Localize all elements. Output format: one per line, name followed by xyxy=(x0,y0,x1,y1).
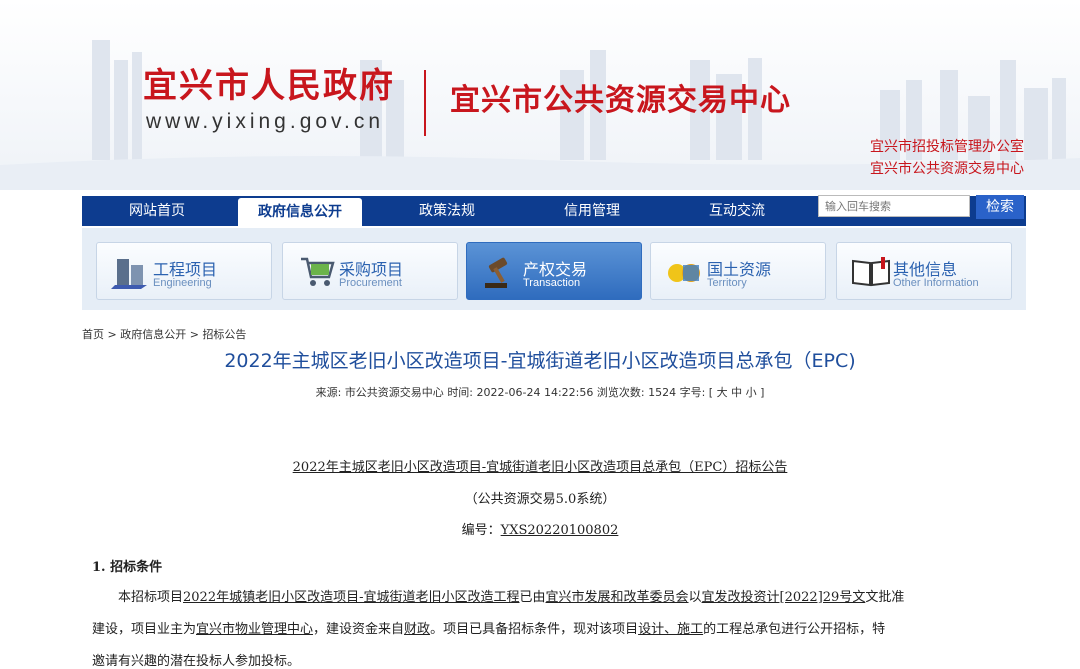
article-title: 2022年主城区老旧小区改造项目-宜城街道老旧小区改造项目总承包（EPC) xyxy=(224,350,856,372)
notice-subtitle: （公共资源交易5.0系统） xyxy=(464,492,616,507)
nav-item-interaction[interactable]: 互动交流 xyxy=(662,196,812,226)
p1-project: 2022年城镇老旧小区改造项目-宜城街道老旧小区改造工程 xyxy=(183,590,520,605)
open-book-icon xyxy=(852,257,890,287)
site-title: 宜兴市人民政府 xyxy=(143,66,395,106)
nav-item-home[interactable]: 网站首页 xyxy=(82,196,232,226)
font-size-medium[interactable]: 中 xyxy=(731,386,742,399)
breadcrumb-separator: > xyxy=(189,328,199,341)
p1-text-b: 已由 xyxy=(519,590,546,605)
category-procurement-en: Procurement xyxy=(339,277,402,289)
notice-code-label: 编号： xyxy=(461,523,501,538)
category-procurement[interactable]: 采购项目 Procurement xyxy=(282,242,458,300)
nav-item-gov-info[interactable]: 政府信息公开 xyxy=(238,198,362,226)
p2-funding: 财政 xyxy=(404,622,431,637)
breadcrumb-home[interactable]: 首页 xyxy=(82,328,104,341)
title-divider xyxy=(424,70,426,136)
search-button[interactable]: 检索 xyxy=(976,195,1024,219)
category-transaction[interactable]: 产权交易 Transaction xyxy=(466,242,642,300)
p1-text-c: 以 xyxy=(688,590,702,605)
search-input[interactable] xyxy=(818,195,970,217)
p2-text-c: 。项目已具备招标条件，现对该项目 xyxy=(430,622,639,637)
time-label: 时间: xyxy=(447,386,474,399)
category-bar: 工程项目 Engineering 采购项目 Procurement 产权交易 T… xyxy=(82,228,1026,310)
paragraph-3: 邀请有兴趣的潜在投标人参加投标。 xyxy=(92,654,301,669)
p2-owner: 宜兴市物业管理中心 xyxy=(196,622,314,637)
category-engineering-en: Engineering xyxy=(153,277,212,289)
source-label: 来源: xyxy=(315,386,342,399)
category-territory-en: Territory xyxy=(707,277,747,289)
p1-text-d: 文批准 xyxy=(865,590,905,605)
views-value: 1524 xyxy=(648,386,677,399)
category-engineering[interactable]: 工程项目 Engineering xyxy=(96,242,272,300)
category-transaction-en: Transaction xyxy=(523,277,581,289)
article-meta: 来源: 市公共资源交易中心 时间: 2022-06-24 14:22:56 浏览… xyxy=(315,386,765,399)
p2-text-b: ，建设资金来自 xyxy=(313,622,405,637)
notice-title-suffix: 招标公告 xyxy=(735,460,788,475)
font-size-label: 字号: xyxy=(679,386,706,399)
views-label: 浏览次数: xyxy=(596,386,645,399)
p2-scope: 设计、施工 xyxy=(638,622,704,637)
notice-title: 2022年主城区老旧小区改造项目-宜城街道老旧小区改造项目总承包（EPC）招标公… xyxy=(0,456,1080,475)
notice-code-value: YXS20220100802 xyxy=(500,523,619,538)
header-banner: 宜兴市人民政府 www.yixing.gov.cn 宜兴市公共资源交易中心 宜兴… xyxy=(0,0,1080,190)
source-value: 市公共资源交易中心 xyxy=(344,386,444,399)
paragraph-1: 本招标项目2022年城镇老旧小区改造项目-宜城街道老旧小区改造工程已由宜兴市发展… xyxy=(92,586,1042,605)
p1-approver: 宜兴市发展和改革委员会 xyxy=(545,590,689,605)
category-other[interactable]: 其他信息 Other Information xyxy=(836,242,1012,300)
center-title: 宜兴市公共资源交易中心 xyxy=(450,83,791,118)
breadcrumb-gov-info[interactable]: 政府信息公开 xyxy=(120,328,186,341)
p1-doc: 宜发改投资计[2022]29号文 xyxy=(701,590,866,605)
category-territory[interactable]: 国土资源 Territory xyxy=(650,242,826,300)
time-value: 2022-06-24 14:22:56 xyxy=(476,386,594,399)
breadcrumb-notice[interactable]: 招标公告 xyxy=(202,328,246,341)
breadcrumb-separator: > xyxy=(107,328,117,341)
notice-code: 编号：YXS20220100802 xyxy=(0,519,1080,538)
shopping-cart-icon xyxy=(301,257,335,286)
gavel-icon xyxy=(485,257,508,288)
building-icon xyxy=(111,259,147,289)
section-heading: 1. 招标条件 xyxy=(92,560,163,575)
nav-item-credit[interactable]: 信用管理 xyxy=(522,196,662,226)
paragraph-2: 建设，项目业主为宜兴市物业管理中心，建设资金来自财政。项目已具备招标条件，现对该… xyxy=(92,618,1042,637)
font-size-large[interactable]: 大 xyxy=(717,386,728,399)
office-link-bidding[interactable]: 宜兴市招投标管理办公室 xyxy=(870,136,1024,156)
nav-item-policy[interactable]: 政策法规 xyxy=(372,196,522,226)
breadcrumb: 首页 > 政府信息公开 > 招标公告 xyxy=(82,326,246,342)
notice-title-project: 2022年主城区老旧小区改造项目-宜城街道老旧小区改造项目总承包（EPC） xyxy=(292,460,736,475)
office-link-center[interactable]: 宜兴市公共资源交易中心 xyxy=(870,158,1024,178)
p1-text-a: 本招标项目 xyxy=(118,590,184,605)
p2-text-a: 建设，项目业主为 xyxy=(92,622,197,637)
p2-text-d: 的工程总承包进行公开招标，特 xyxy=(703,622,886,637)
site-url: www.yixing.gov.cn xyxy=(146,110,385,133)
font-size-small[interactable]: 小 xyxy=(746,386,757,399)
land-coins-icon xyxy=(668,264,700,282)
category-other-en: Other Information xyxy=(893,277,979,289)
